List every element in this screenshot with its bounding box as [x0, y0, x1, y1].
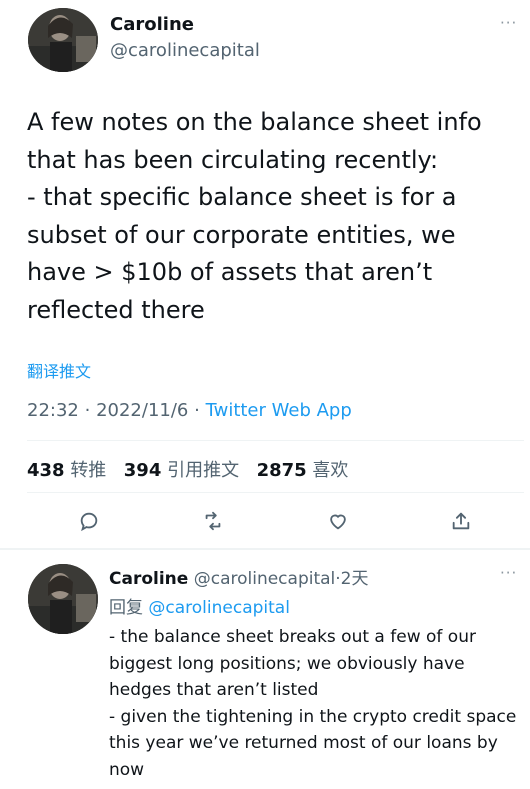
divider: [0, 548, 530, 550]
reply-header: Caroline @carolinecapital·2天: [109, 564, 369, 589]
author-handle[interactable]: @carolinecapital: [110, 40, 260, 61]
tweet-time[interactable]: 22:32: [27, 400, 79, 421]
reply-text: - the balance sheet breaks out a few of …: [109, 627, 517, 780]
share-button[interactable]: [448, 508, 474, 534]
tweet-text: A few notes on the balance sheet info th…: [27, 108, 482, 324]
reply-icon: [80, 512, 98, 532]
reply-author-name[interactable]: Caroline: [109, 569, 188, 589]
like-stat[interactable]: 2875 喜欢: [257, 460, 349, 481]
divider: [27, 440, 524, 441]
retweet-button[interactable]: [200, 508, 226, 534]
reply-author-handle[interactable]: @carolinecapital: [194, 569, 336, 589]
avatar[interactable]: [28, 8, 98, 72]
like-count: 2875: [256, 460, 307, 481]
reply-button[interactable]: [76, 508, 102, 534]
author-name[interactable]: Caroline: [110, 14, 194, 35]
retweet-count: 438: [27, 460, 65, 481]
like-icon: [330, 514, 346, 530]
separator: ·: [84, 400, 91, 421]
quote-label: 引用推文: [167, 460, 240, 481]
retweet-icon: [205, 511, 221, 531]
reply-more-options-icon[interactable]: ···: [500, 564, 517, 582]
tweet-source[interactable]: Twitter Web App: [206, 400, 352, 421]
translate-tweet-link[interactable]: 翻译推文: [27, 358, 91, 382]
tweet-metadata: 22:32 · 2022/11/6 · Twitter Web App: [27, 400, 352, 421]
replying-to: 回复 @carolinecapital: [109, 593, 290, 618]
more-options-icon[interactable]: ···: [500, 14, 517, 32]
replying-to-prefix: 回复: [109, 598, 143, 618]
separator: ·: [194, 400, 200, 421]
divider: [27, 492, 524, 493]
share-icon: [452, 512, 470, 530]
tweet-date[interactable]: 2022/11/6: [96, 400, 188, 421]
retweet-label: 转推: [70, 460, 107, 481]
like-label: 喜欢: [312, 460, 349, 481]
tweet-stats: 438 转推 394 引用推文 2875 喜欢: [27, 456, 348, 482]
quote-stat[interactable]: 394 引用推文: [124, 460, 245, 481]
replying-to-handle[interactable]: @carolinecapital: [148, 598, 290, 618]
reply-avatar[interactable]: [28, 564, 98, 634]
retweet-stat[interactable]: 438 转推: [27, 460, 112, 481]
like-button[interactable]: [325, 508, 351, 534]
quote-count: 394: [123, 460, 162, 481]
reply-age[interactable]: 2天: [341, 569, 369, 589]
